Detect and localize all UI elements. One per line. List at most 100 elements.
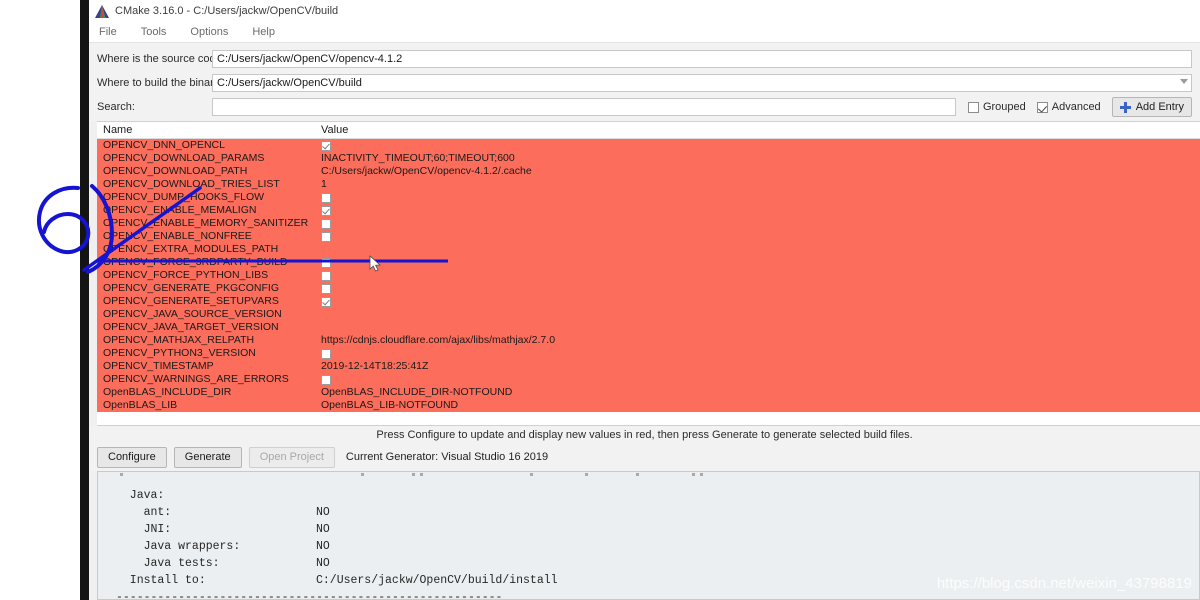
cache-value-checkbox[interactable] xyxy=(321,218,331,229)
cache-variable-value[interactable] xyxy=(315,192,1200,203)
clip-dot xyxy=(530,473,533,476)
table-row[interactable]: OPENCV_GENERATE_SETUPVARS xyxy=(97,295,1200,308)
search-row: Search: Grouped Advanced Add Entry xyxy=(97,97,1192,117)
table-row[interactable]: OPENCV_WARNINGS_ARE_ERRORS xyxy=(97,373,1200,386)
cache-value-checkbox[interactable] xyxy=(321,205,331,216)
table-row[interactable]: OPENCV_FORCE_PYTHON_LIBS xyxy=(97,269,1200,282)
cache-value-checkbox[interactable] xyxy=(321,231,331,242)
cache-variable-value[interactable] xyxy=(315,257,1200,268)
cache-value-checkbox[interactable] xyxy=(321,270,331,281)
menu-item-options[interactable]: Options xyxy=(190,26,242,38)
log-line-key: ----------------------------------------… xyxy=(116,591,503,600)
cache-variable-name: OpenBLAS_LIB xyxy=(103,399,178,411)
advanced-checkbox-box[interactable] xyxy=(1036,101,1048,113)
cache-value-checkbox[interactable] xyxy=(321,140,331,151)
menu-item-help[interactable]: Help xyxy=(252,26,289,38)
advanced-checkbox[interactable]: Advanced xyxy=(1036,101,1101,113)
cache-variable-value[interactable] xyxy=(315,218,1200,229)
cache-variable-name: OPENCV_FORCE_3RDPARTY_BUILD xyxy=(103,256,288,268)
cache-value-checkbox[interactable] xyxy=(321,257,331,268)
table-row[interactable]: OPENCV_GENERATE_PKGCONFIG xyxy=(97,282,1200,295)
left-white-margin xyxy=(0,0,80,600)
status-message: Press Configure to update and display ne… xyxy=(376,428,913,441)
table-row[interactable]: OPENCV_MATHJAX_RELPATH https://cdnjs.clou… xyxy=(97,334,1200,347)
screenshot-root: CMake 3.16.0 - C:/Users/jackw/OpenCV/bui… xyxy=(0,0,1200,600)
grouped-checkbox[interactable]: Grouped xyxy=(967,101,1026,113)
cache-variable-value[interactable]: C:/Users/jackw/OpenCV/opencv-4.1.2/.cach… xyxy=(315,165,1200,178)
table-row[interactable]: OPENCV_ENABLE_MEMALIGN xyxy=(97,204,1200,217)
table-row[interactable]: OPENCV_ENABLE_NONFREE xyxy=(97,230,1200,243)
clip-dot xyxy=(412,473,415,476)
cache-variable-value[interactable] xyxy=(315,374,1200,385)
log-line-key: Java tests: xyxy=(116,557,220,570)
cache-variable-name: OPENCV_ENABLE_MEMALIGN xyxy=(103,204,257,216)
cache-variable-value[interactable]: 1 xyxy=(315,178,1200,191)
cache-variable-value[interactable] xyxy=(315,296,1200,307)
cache-variable-name: OpenBLAS_INCLUDE_DIR xyxy=(103,386,232,398)
table-row[interactable]: OPENCV_JAVA_TARGET_VERSION xyxy=(97,321,1200,334)
configure-button[interactable]: Configure xyxy=(97,446,167,468)
table-row[interactable]: OPENCV_FORCE_3RDPARTY_BUILD xyxy=(97,256,1200,269)
menu-item-file[interactable]: File xyxy=(99,26,131,38)
cache-variable-name: OPENCV_DNN_OPENCL xyxy=(103,139,225,151)
cache-value-checkbox[interactable] xyxy=(321,348,331,359)
chevron-down-icon[interactable] xyxy=(1180,78,1188,84)
cache-variable-name: OPENCV_EXTRA_MODULES_PATH xyxy=(103,243,279,255)
cache-variable-value[interactable] xyxy=(315,348,1200,359)
column-header-value[interactable]: Value xyxy=(315,124,1200,136)
table-row[interactable]: OPENCV_DOWNLOAD_TRIES_LIST 1 xyxy=(97,178,1200,191)
table-options: Grouped Advanced Add Entry xyxy=(967,97,1192,117)
table-row[interactable]: OPENCV_EXTRA_MODULES_PATH xyxy=(97,243,1200,256)
table-row[interactable]: OPENCV_DUMP_HOOKS_FLOW xyxy=(97,191,1200,204)
cache-variable-name: OPENCV_GENERATE_SETUPVARS xyxy=(103,295,279,307)
table-row[interactable]: OPENCV_JAVA_SOURCE_VERSION xyxy=(97,308,1200,321)
cache-variable-value[interactable] xyxy=(315,283,1200,294)
search-label: Search: xyxy=(97,101,135,113)
cache-variable-value[interactable] xyxy=(315,270,1200,281)
column-header-name[interactable]: Name xyxy=(97,124,315,136)
log-line-value: NO xyxy=(316,540,330,553)
table-row[interactable]: OPENCV_ENABLE_MEMORY_SANITIZER xyxy=(97,217,1200,230)
cache-value-checkbox[interactable] xyxy=(321,374,331,385)
table-row[interactable]: OpenBLAS_LIB OpenBLAS_LIB-NOTFOUND xyxy=(97,399,1200,412)
cache-variable-name: OPENCV_DOWNLOAD_PATH xyxy=(103,165,248,177)
log-line-key: Install to: xyxy=(116,574,206,587)
cache-variable-name: OPENCV_DOWNLOAD_PARAMS xyxy=(103,152,265,164)
table-row[interactable]: OpenBLAS_INCLUDE_DIR OpenBLAS_INCLUDE_DIR… xyxy=(97,386,1200,399)
log-line: Java: xyxy=(116,487,1199,504)
cache-value-checkbox[interactable] xyxy=(321,283,331,294)
generate-button[interactable]: Generate xyxy=(173,446,242,468)
log-line-key: Java wrappers: xyxy=(116,540,241,553)
cache-value-checkbox[interactable] xyxy=(321,192,331,203)
build-path-input[interactable]: C:/Users/jackw/OpenCV/build xyxy=(212,73,1192,92)
clip-dot xyxy=(692,473,695,476)
cache-variable-value[interactable]: OpenBLAS_LIB-NOTFOUND xyxy=(315,399,1200,412)
table-row[interactable]: OPENCV_DOWNLOAD_PARAMS INACTIVITY_TIMEOUT… xyxy=(97,152,1200,165)
log-line-value: NO xyxy=(316,523,330,536)
add-entry-button[interactable]: Add Entry xyxy=(1111,97,1192,117)
cache-variable-value[interactable]: OpenBLAS_INCLUDE_DIR-NOTFOUND xyxy=(315,386,1200,399)
cache-variable-value[interactable]: INACTIVITY_TIMEOUT;60;TIMEOUT;600 xyxy=(315,152,1200,165)
cache-variable-value[interactable]: https://cdnjs.cloudflare.com/ajax/libs/m… xyxy=(315,334,1200,347)
cache-variable-value[interactable] xyxy=(315,205,1200,216)
build-path-row: Where to build the binaries: C:/Users/ja… xyxy=(97,73,1192,92)
table-row[interactable]: OPENCV_DNN_OPENCL xyxy=(97,139,1200,152)
cache-value-checkbox[interactable] xyxy=(321,296,331,307)
cache-variables-table[interactable]: Name Value OPENCV_DNN_OPENCL OPENCV_DOWNL… xyxy=(97,121,1200,426)
cache-variable-value[interactable]: 2019-12-14T18:25:41Z xyxy=(315,360,1200,373)
advanced-label: Advanced xyxy=(1051,101,1101,113)
cache-variable-name: OPENCV_WARNINGS_ARE_ERRORS xyxy=(103,373,289,385)
cache-variable-name: OPENCV_ENABLE_NONFREE xyxy=(103,230,252,242)
cache-variable-value[interactable] xyxy=(315,231,1200,242)
table-row[interactable]: OPENCV_DOWNLOAD_PATH C:/Users/jackw/OpenC… xyxy=(97,165,1200,178)
title-bar: CMake 3.16.0 - C:/Users/jackw/OpenCV/bui… xyxy=(89,0,1200,22)
menu-item-tools[interactable]: Tools xyxy=(141,26,181,38)
table-row[interactable]: OPENCV_TIMESTAMP 2019-12-14T18:25:41Z xyxy=(97,360,1200,373)
cache-variable-name: OPENCV_GENERATE_PKGCONFIG xyxy=(103,282,280,294)
plus-icon xyxy=(1119,101,1131,113)
source-path-input[interactable]: C:/Users/jackw/OpenCV/opencv-4.1.2 xyxy=(212,49,1192,68)
cache-variable-value[interactable] xyxy=(315,140,1200,151)
search-input[interactable] xyxy=(212,98,956,116)
table-row[interactable]: OPENCV_PYTHON3_VERSION xyxy=(97,347,1200,360)
grouped-checkbox-box[interactable] xyxy=(967,101,979,113)
